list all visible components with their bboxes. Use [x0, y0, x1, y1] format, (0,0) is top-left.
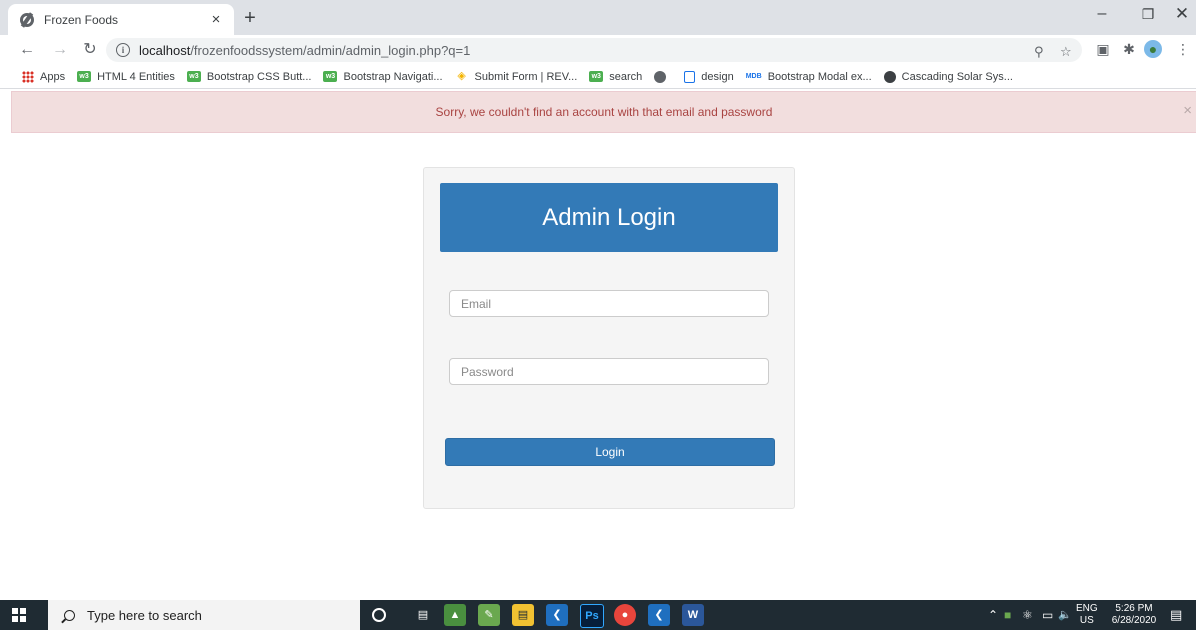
vscode-icon[interactable]: ❮	[546, 604, 568, 626]
globe-icon	[20, 12, 34, 27]
volume-icon[interactable]: 🔈	[1058, 600, 1072, 630]
photoshop-icon[interactable]: Ps	[580, 604, 604, 628]
search-icon	[64, 609, 75, 621]
w3schools-icon: w3	[77, 71, 92, 82]
window-close-button[interactable]: ✕	[1162, 0, 1196, 30]
word-icon[interactable]: W	[682, 604, 704, 626]
email-field[interactable]	[449, 290, 769, 317]
address-bar[interactable]: i localhost/frozenfoodssystem/admin/admi…	[106, 38, 1082, 62]
apps-grid-icon	[22, 70, 34, 83]
bookmark-label: Bootstrap Navigati...	[343, 70, 443, 83]
bookmark-label: Bootstrap Modal ex...	[767, 70, 872, 83]
profile-avatar-icon[interactable]: ●	[1144, 40, 1162, 58]
url-path: /frozenfoodssystem/admin/admin_login.php…	[190, 42, 471, 58]
bookmark-label: Submit Form | REV...	[474, 70, 578, 83]
back-arrow-icon[interactable]: ←	[16, 39, 38, 61]
bookmark-bootstrap-navigation[interactable]: w3 Bootstrap Navigati...	[323, 70, 443, 83]
language-label: ENG	[1076, 603, 1098, 614]
mdb-icon: MDB	[745, 73, 762, 80]
android-studio-icon[interactable]: ▲	[444, 604, 466, 626]
show-hidden-icons-icon[interactable]: ⌃	[988, 600, 998, 630]
bookmark-submit-form[interactable]: ◈ Submit Form | REV...	[455, 70, 578, 83]
reload-icon[interactable]: ↻	[79, 39, 101, 61]
browser-toolbar: ← → ↻ i localhost/frozenfoodssystem/admi…	[0, 35, 1196, 65]
puzzle-extensions-icon[interactable]: ✱	[1120, 40, 1138, 58]
app-tray-icon[interactable]: ■	[1004, 600, 1011, 630]
bookmark-label: HTML 4 Entities	[97, 70, 175, 83]
window-minimize-button[interactable]: –	[1082, 0, 1122, 30]
taskbar-search[interactable]: Type here to search	[48, 600, 360, 630]
taskbar-search-placeholder: Type here to search	[87, 607, 202, 623]
bookmark-bootstrap-modal[interactable]: MDB Bootstrap Modal ex...	[746, 71, 872, 83]
cortana-icon[interactable]	[372, 608, 386, 622]
clock-date: 6/28/2020	[1111, 615, 1157, 626]
bookmark-apps[interactable]: Apps	[22, 70, 66, 83]
task-view-icon[interactable]: ▤	[412, 604, 434, 626]
file-explorer-icon[interactable]: ▤	[512, 604, 534, 626]
bookmark-label: Bootstrap CSS Butt...	[206, 70, 312, 83]
language-indicator[interactable]: ENG US	[1076, 603, 1098, 633]
bookmark-label: Cascading Solar Sys...	[901, 70, 1013, 83]
windows-taskbar: Type here to search ▤ ▲ ✎ ▤ ❮ Ps ● ❮ W ⌃…	[0, 600, 1196, 630]
password-field[interactable]	[449, 358, 769, 385]
bookmark-label: Apps	[40, 70, 66, 83]
w3schools-icon: w3	[186, 71, 201, 82]
error-alert: Sorry, we couldn't find an account with …	[11, 91, 1196, 133]
extension-icon[interactable]: ▣	[1094, 40, 1112, 58]
url-host: localhost	[139, 42, 191, 58]
login-button[interactable]: Login	[445, 438, 775, 466]
notification-icon[interactable]: ▤	[1170, 600, 1182, 630]
rev-icon: ◈	[457, 70, 466, 82]
chrome-icon[interactable]: ●	[614, 604, 636, 626]
w3schools-icon: w3	[323, 71, 338, 82]
star-bookmark-icon[interactable]: ☆	[1060, 44, 1072, 60]
bookmark-globe[interactable]	[654, 70, 672, 83]
region-label: US	[1079, 615, 1094, 626]
bookmark-html-entities[interactable]: w3 HTML 4 Entities	[77, 71, 175, 83]
codepen-icon	[883, 70, 896, 83]
vscode-icon[interactable]: ❮	[648, 604, 670, 626]
w3schools-icon: w3	[589, 71, 604, 82]
browser-tab[interactable]: Frozen Foods ×	[8, 4, 234, 35]
clock-time: 5:26 PM	[1115, 603, 1153, 614]
alert-close-button[interactable]: ×	[1183, 102, 1192, 119]
address-url[interactable]: localhost/frozenfoodssystem/admin/admin_…	[139, 43, 470, 58]
kebab-menu-icon[interactable]: ⋮	[1174, 40, 1192, 58]
bookmark-label: search	[609, 70, 643, 83]
bookmark-cascading-solar[interactable]: Cascading Solar Sys...	[883, 70, 1013, 83]
alert-message: Sorry, we couldn't find an account with …	[435, 105, 773, 119]
windows-start-icon[interactable]	[12, 608, 26, 622]
design-icon	[684, 70, 696, 83]
forward-arrow-icon[interactable]: →	[49, 39, 71, 61]
page-title: Admin Login	[542, 203, 676, 231]
bookmarks-bar: Apps w3 HTML 4 Entities w3 Bootstrap CSS B…	[0, 65, 1196, 89]
network-icon[interactable]: ⚛	[1022, 600, 1033, 630]
tab-close-button[interactable]: ×	[208, 11, 224, 28]
new-tab-button[interactable]: +	[238, 8, 262, 30]
bookmark-design[interactable]: design	[684, 70, 734, 83]
battery-icon[interactable]: ▭	[1042, 600, 1053, 630]
tab-title: Frozen Foods	[44, 12, 119, 27]
clock[interactable]: 5:26 PM 6/28/2020	[1108, 603, 1160, 633]
globe-icon	[654, 70, 667, 83]
bookmark-bootstrap-css-buttons[interactable]: w3 Bootstrap CSS Butt...	[186, 70, 312, 83]
bookmark-label: design	[701, 70, 734, 83]
login-panel: Admin Login Login	[423, 167, 795, 509]
login-header: Admin Login	[440, 183, 778, 252]
key-icon[interactable]: ⚲	[1034, 44, 1044, 60]
site-info-icon[interactable]: i	[116, 43, 130, 57]
browser-tab-strip: Frozen Foods × + – ❐ ✕	[0, 0, 1196, 35]
notepad-icon[interactable]: ✎	[478, 604, 500, 626]
bookmark-search[interactable]: w3 search	[589, 71, 642, 83]
